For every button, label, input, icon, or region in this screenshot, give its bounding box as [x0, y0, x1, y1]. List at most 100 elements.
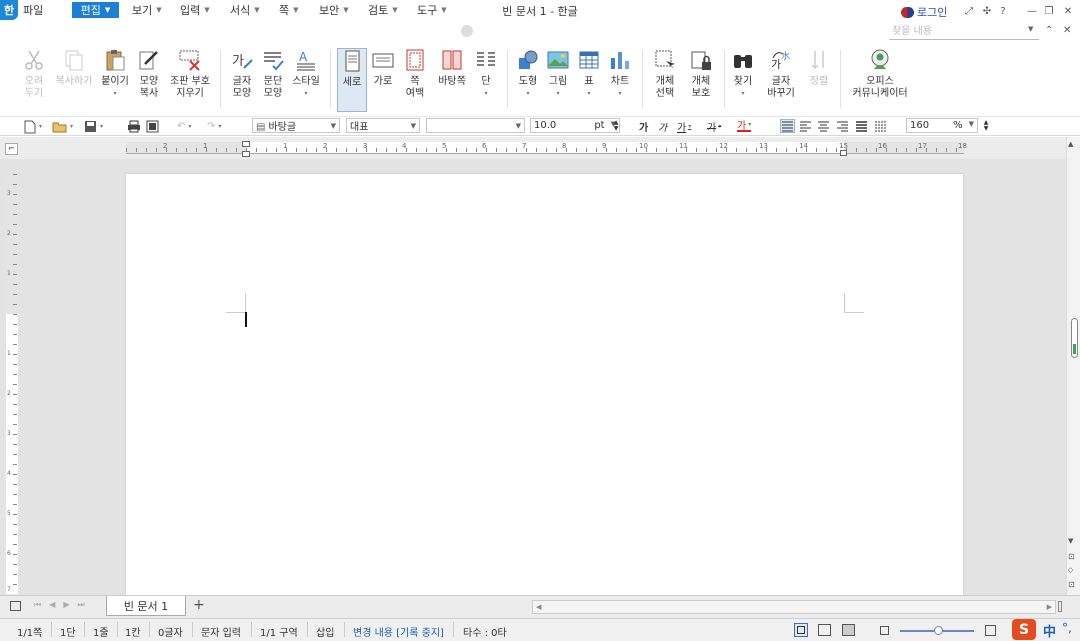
tab-view-icon[interactable]	[10, 601, 21, 611]
menu-edit[interactable]: 편집 ▼	[72, 2, 119, 18]
redo-icon[interactable]: ↷ ▾	[207, 119, 221, 134]
tab-type-icon[interactable]: ⌐	[5, 143, 18, 155]
underline-button[interactable]: 가 ▾	[677, 119, 691, 134]
style-button[interactable]: A 스타일 ▾	[290, 48, 322, 112]
cut-button[interactable]: 오려 두기	[20, 48, 48, 112]
para-shape-button[interactable]: 문단 모양	[259, 48, 287, 112]
object-select-button[interactable]: 개체 선택	[650, 48, 680, 112]
zoom-out-icon[interactable]	[880, 626, 889, 635]
strike-button[interactable]: 가 ▾	[707, 119, 721, 134]
right-margin-marker-icon[interactable]	[840, 150, 847, 156]
menu-format[interactable]: 서식 ▼	[230, 2, 260, 18]
bold-button[interactable]: 가	[639, 119, 648, 134]
tab-nav-arrows[interactable]: ⏮◀▶⏭	[34, 600, 93, 610]
document-close-icon[interactable]: ✕	[1063, 25, 1071, 36]
zoom-stepper[interactable]: ▲ ▼	[982, 118, 990, 133]
table-button[interactable]: 표 ▾	[576, 48, 602, 112]
next-page-icon[interactable]: ⊡	[1068, 580, 1075, 589]
align-justify-button[interactable]	[780, 119, 795, 133]
copy-button[interactable]: 복사하기	[53, 48, 95, 112]
align-left-icon[interactable]	[799, 120, 812, 135]
shape-button[interactable]: 도형 ▾	[515, 48, 541, 112]
indent-marker-icon[interactable]	[242, 141, 250, 147]
align-center-icon[interactable]	[817, 120, 830, 135]
document-page[interactable]	[126, 174, 963, 595]
office-communicator-button[interactable]: 오피스 커뮤니케이터	[848, 48, 912, 112]
sort-button[interactable]: 정렬	[806, 48, 832, 112]
font-size-stepper[interactable]: ▲ ▼	[612, 118, 620, 133]
document-tab[interactable]: 빈 문서 1	[106, 596, 186, 616]
font-color-button[interactable]: 가 ▾	[737, 119, 752, 132]
ribbon-collapse-icon[interactable]: ⌃	[1045, 25, 1053, 36]
zoom-in-icon[interactable]	[985, 625, 996, 636]
zoom-field[interactable]: 160% ▼	[906, 118, 978, 133]
web-view-icon[interactable]	[842, 624, 855, 636]
ime-language-indicator[interactable]: 中	[1043, 621, 1056, 640]
login-button[interactable]: 로그인	[901, 4, 947, 20]
full-view-icon[interactable]	[818, 624, 831, 636]
page-margin-button[interactable]: 쪽 여백	[402, 48, 428, 112]
move-icon[interactable]: ✣	[979, 3, 995, 19]
char-shape-button[interactable]: 가 글자 모양	[228, 48, 256, 112]
indent-marker-icon[interactable]	[242, 151, 250, 157]
vertical-ruler[interactable]: 3 2 1 1 2 3 4 5 6 7	[6, 174, 18, 594]
bg-page-button[interactable]: 바탕쪽	[434, 48, 470, 112]
print-icon[interactable]	[127, 119, 141, 134]
ime-logo-icon[interactable]: S	[1012, 619, 1036, 640]
new-doc-icon[interactable]: ▾	[24, 119, 42, 134]
align-distribute-icon[interactable]	[855, 120, 868, 135]
paste-button[interactable]: 붙이기 ▾	[100, 48, 130, 112]
scroll-right-icon[interactable]: ▶	[1047, 603, 1052, 611]
menu-view[interactable]: 보기 ▼	[132, 2, 162, 18]
preview-icon[interactable]	[146, 119, 159, 134]
menu-page[interactable]: 쪽 ▼	[279, 2, 299, 18]
zoom-slider-thumb[interactable]	[934, 626, 943, 635]
font-size-field[interactable]: 10.0 pt ▼	[530, 118, 620, 133]
open-folder-icon[interactable]: ▾	[52, 119, 73, 134]
font-select[interactable]: ▼	[426, 118, 525, 133]
status-input-mode[interactable]: 문자 입력	[201, 624, 241, 639]
customize-icon[interactable]	[461, 25, 473, 37]
ime-punctuation-indicator[interactable]: °,	[1062, 621, 1072, 635]
save-icon[interactable]: ▾	[84, 119, 103, 134]
vertical-scrollbar[interactable]	[1066, 137, 1080, 595]
menu-file[interactable]: 파일	[23, 2, 43, 18]
minimize-button[interactable]: —	[1024, 3, 1040, 19]
object-protect-button[interactable]: 개체 보호	[686, 48, 716, 112]
menu-review[interactable]: 검토 ▼	[368, 2, 398, 18]
picture-button[interactable]: 그림 ▾	[545, 48, 571, 112]
scroll-up-icon[interactable]: ▲	[1068, 140, 1073, 148]
status-insert-mode[interactable]: 삽입	[316, 624, 334, 639]
close-button[interactable]: ✕	[1060, 3, 1076, 19]
track-changes-status[interactable]: 변경 내용 [기록 중지]	[353, 624, 444, 639]
chart-button[interactable]: 차트 ▾	[607, 48, 633, 112]
language-select[interactable]: 대표 ▼	[346, 118, 420, 133]
horizontal-scrollbar[interactable]: ◀ ▶	[532, 600, 1056, 614]
chevron-down-icon[interactable]: ▼	[1028, 25, 1033, 33]
add-tab-button[interactable]: +	[193, 597, 205, 613]
portrait-button[interactable]: 세로	[337, 48, 367, 112]
align-right-icon[interactable]	[836, 120, 849, 135]
columns-button[interactable]: 단 ▾	[473, 48, 499, 112]
landscape-button[interactable]: 가로	[369, 48, 397, 112]
align-split-icon[interactable]	[874, 120, 887, 135]
replace-button[interactable]: 가水 글자 바꾸기	[762, 48, 800, 112]
split-handle[interactable]	[1058, 601, 1062, 612]
find-button[interactable]: 찾기 ▾	[730, 48, 756, 112]
scroll-down-icon[interactable]: ▼	[1068, 537, 1073, 545]
search-input[interactable]: 찾을 내용	[889, 24, 1039, 40]
menu-security[interactable]: 보안 ▼	[319, 2, 349, 18]
menu-tools[interactable]: 도구 ▼	[417, 2, 447, 18]
page-view-icon[interactable]	[794, 623, 808, 637]
menu-insert[interactable]: 입력 ▼	[180, 2, 210, 18]
style-select[interactable]: ▤ 바탕글 ▼	[252, 118, 340, 133]
status-page[interactable]: 1/1쪽	[17, 624, 42, 639]
page-nav-icon[interactable]: ◇	[1068, 566, 1073, 574]
help-icon[interactable]: ?	[995, 3, 1011, 19]
scroll-left-icon[interactable]: ◀	[536, 603, 541, 611]
format-copy-button[interactable]: 모양 복사	[135, 48, 163, 112]
fullscreen-icon[interactable]: ⤢	[961, 3, 977, 19]
italic-button[interactable]: 가	[658, 119, 667, 134]
restore-button[interactable]: ❐	[1041, 3, 1057, 19]
horizontal-ruler[interactable]: 2 1 1 2 3 4 5 6 7 8 9 10 11 12 13 14 15 …	[126, 141, 967, 157]
